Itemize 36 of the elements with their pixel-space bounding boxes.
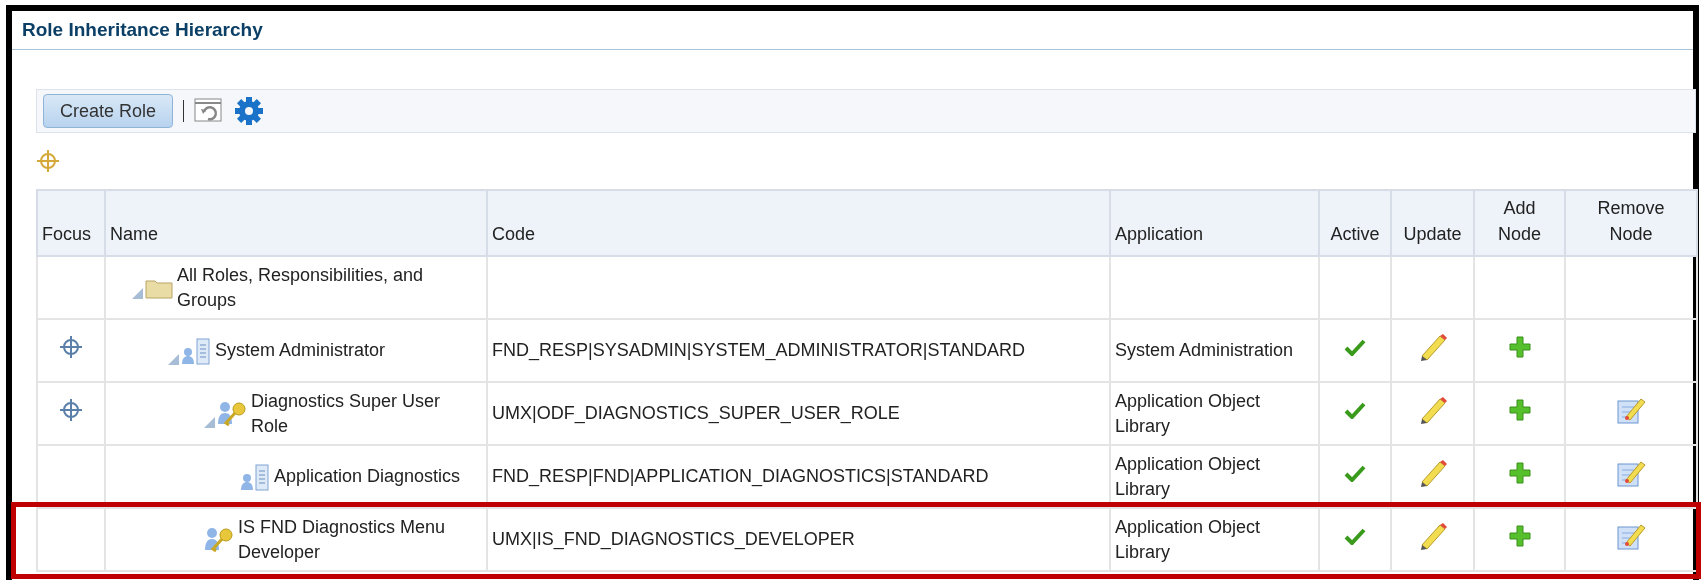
plus-icon[interactable] (1507, 461, 1532, 485)
plus-icon[interactable] (1507, 398, 1532, 422)
role-code: UMX|ODF_DIAGNOSTICS_SUPER_USER_ROLE (492, 403, 900, 423)
column-header: Application (1110, 190, 1319, 256)
role-code: FND_RESP|SYSADMIN|SYSTEM_ADMINISTRATOR|STANDARD (492, 340, 1026, 360)
focus-crosshair-icon[interactable] (59, 398, 83, 422)
create-role-button[interactable]: Create Role (43, 94, 174, 128)
application-name: System Administration (1115, 340, 1294, 360)
role-name[interactable]: System Administrator (215, 338, 386, 363)
application-name: Application Object Library (1115, 516, 1261, 562)
column-header: Remove Node (1565, 190, 1697, 256)
expanded-triangle-icon[interactable] (204, 415, 216, 428)
focus-crosshair-icon[interactable] (36, 149, 60, 173)
person-key-icon (204, 525, 234, 554)
settings-icon[interactable] (234, 96, 265, 126)
column-header: Add Node (1474, 190, 1565, 256)
column-header: Update (1391, 190, 1474, 256)
detach-icon[interactable] (194, 98, 225, 124)
column-header: Name (105, 190, 487, 256)
focus-crosshair-icon[interactable] (59, 335, 83, 359)
plus-icon[interactable] (1507, 524, 1532, 548)
application-name: Application Object Library (1115, 453, 1261, 499)
role-name[interactable]: Application Diagnostics (274, 464, 461, 489)
application-name: Application Object Library (1115, 390, 1261, 436)
person-document-icon (240, 462, 270, 491)
expanded-triangle-icon[interactable] (168, 352, 180, 365)
column-header: Code (487, 190, 1110, 256)
role-code: UMX|IS_FND_DIAGNOSTICS_DEVELOPER (492, 529, 855, 549)
plus-icon[interactable] (1507, 335, 1532, 359)
column-header: Focus (37, 190, 105, 256)
person-key-icon (217, 399, 247, 428)
person-document-icon (181, 336, 211, 365)
expanded-triangle-icon[interactable] (132, 286, 144, 299)
window-title: Role Inheritance Hierarchy (22, 19, 263, 41)
column-header: Active (1319, 190, 1391, 256)
role-code: FND_RESP|FND|APPLICATION_DIAGNOSTICS|STANDARD (492, 466, 989, 486)
